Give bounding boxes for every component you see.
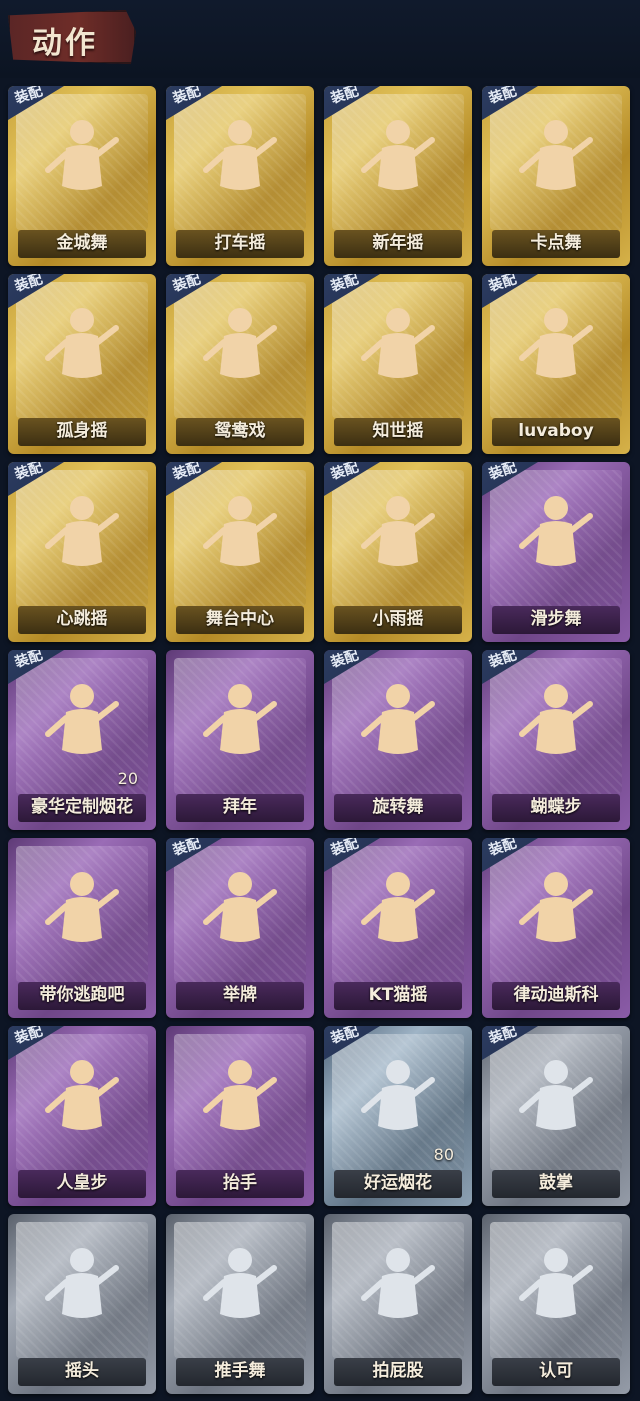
action-card[interactable]: 拍屁股 xyxy=(324,1214,472,1394)
action-card[interactable]: 金城舞 装配 xyxy=(8,86,156,266)
pose-dance-icon xyxy=(512,298,600,398)
action-card[interactable]: 孤身摇 装配 xyxy=(8,274,156,454)
action-card[interactable]: 举牌 装配 xyxy=(166,838,314,1018)
card-label: 认可 xyxy=(539,1361,573,1381)
card-label: 鸳鸯戏 xyxy=(214,421,266,441)
pose-dance-icon xyxy=(354,862,442,962)
pose-dance-icon xyxy=(38,486,126,586)
action-card[interactable]: 新年摇 装配 xyxy=(324,86,472,266)
card-label: 小雨摇 xyxy=(372,609,424,629)
action-card[interactable]: 心跳摇 装配 xyxy=(8,462,156,642)
action-card[interactable]: 打车摇 装配 xyxy=(166,86,314,266)
fireworks-can-icon xyxy=(354,1050,442,1150)
pose-push-icon xyxy=(196,1238,284,1338)
clap-icon xyxy=(512,1050,600,1150)
card-label: 律动迪斯科 xyxy=(513,985,599,1005)
action-card[interactable]: 摇头 xyxy=(8,1214,156,1394)
pose-hand-icon xyxy=(196,1050,284,1150)
pose-dance-icon xyxy=(38,110,126,210)
card-label: 人皇步 xyxy=(56,1173,108,1193)
pose-dance-icon xyxy=(196,298,284,398)
action-card[interactable]: 人皇步 装配 xyxy=(8,1026,156,1206)
action-card[interactable]: 抬手 xyxy=(166,1026,314,1206)
pose-slap-icon xyxy=(354,1238,442,1338)
card-label: 蝴蝶步 xyxy=(530,797,582,817)
pose-dance-icon xyxy=(512,674,600,774)
card-label: 滑步舞 xyxy=(530,609,582,629)
card-label: 好运烟花 xyxy=(364,1173,432,1193)
card-label: KT猫摇 xyxy=(368,985,428,1005)
pose-dance-icon xyxy=(512,486,600,586)
action-card[interactable]: 鼓掌 装配 xyxy=(482,1026,630,1206)
card-label: 豪华定制烟花 xyxy=(31,797,133,817)
pose-shake-icon xyxy=(38,1238,126,1338)
card-label: 摇头 xyxy=(65,1361,99,1381)
item-count: 20 xyxy=(117,769,138,788)
card-label: 鼓掌 xyxy=(539,1173,573,1193)
action-card[interactable]: 80 好运烟花 装配 xyxy=(324,1026,472,1206)
pose-spin-icon xyxy=(354,674,442,774)
action-card[interactable]: 律动迪斯科 装配 xyxy=(482,838,630,1018)
pose-dance-icon xyxy=(512,862,600,962)
action-card[interactable]: 带你逃跑吧 xyxy=(8,838,156,1018)
fireworks-icon xyxy=(38,674,126,774)
card-label: 打车摇 xyxy=(214,233,266,253)
pose-sign-icon xyxy=(196,862,284,962)
page-title: 动作 xyxy=(32,26,98,61)
pose-dance-icon xyxy=(512,110,600,210)
action-card[interactable]: 拜年 xyxy=(166,650,314,830)
action-card[interactable]: 滑步舞 装配 xyxy=(482,462,630,642)
card-label: 旋转舞 xyxy=(372,797,424,817)
action-card[interactable]: KT猫摇 装配 xyxy=(324,838,472,1018)
action-card[interactable]: 认可 xyxy=(482,1214,630,1394)
pose-dance-icon xyxy=(38,1050,126,1150)
card-label: 卡点舞 xyxy=(530,233,582,253)
card-label: 拍屁股 xyxy=(372,1361,424,1381)
action-card[interactable]: 舞台中心 装配 xyxy=(166,462,314,642)
pose-dance-icon xyxy=(354,110,442,210)
card-label: luvaboy xyxy=(518,421,594,441)
card-label: 金城舞 xyxy=(56,233,108,253)
card-label: 舞台中心 xyxy=(206,609,274,629)
card-label: 孤身摇 xyxy=(56,421,108,441)
card-label: 心跳摇 xyxy=(56,609,108,629)
action-card[interactable]: 推手舞 xyxy=(166,1214,314,1394)
card-label: 拜年 xyxy=(223,797,257,817)
action-card[interactable]: 小雨摇 装配 xyxy=(324,462,472,642)
action-card[interactable]: 旋转舞 装配 xyxy=(324,650,472,830)
card-label: 带你逃跑吧 xyxy=(39,985,125,1005)
card-label: 新年摇 xyxy=(372,233,424,253)
item-count: 80 xyxy=(433,1145,454,1164)
pose-dance-icon xyxy=(196,110,284,210)
pose-bow-icon xyxy=(196,674,284,774)
card-label: 抬手 xyxy=(223,1173,257,1193)
action-card[interactable]: 鸳鸯戏 装配 xyxy=(166,274,314,454)
header: 动作 xyxy=(0,0,640,78)
thumbs-up-icon xyxy=(512,1238,600,1338)
action-card[interactable]: 20 豪华定制烟花 装配 xyxy=(8,650,156,830)
card-label: 推手舞 xyxy=(214,1361,266,1381)
card-label: 知世摇 xyxy=(372,421,424,441)
action-card[interactable]: luvaboy 装配 xyxy=(482,274,630,454)
action-card[interactable]: 蝴蝶步 装配 xyxy=(482,650,630,830)
action-card[interactable]: 知世摇 装配 xyxy=(324,274,472,454)
pose-dance-icon xyxy=(196,486,284,586)
card-label: 举牌 xyxy=(223,985,257,1005)
pose-dance-icon xyxy=(38,298,126,398)
pose-dance-icon xyxy=(38,862,126,962)
action-card[interactable]: 卡点舞 装配 xyxy=(482,86,630,266)
pose-dance-icon xyxy=(354,298,442,398)
pose-dance-icon xyxy=(354,486,442,586)
